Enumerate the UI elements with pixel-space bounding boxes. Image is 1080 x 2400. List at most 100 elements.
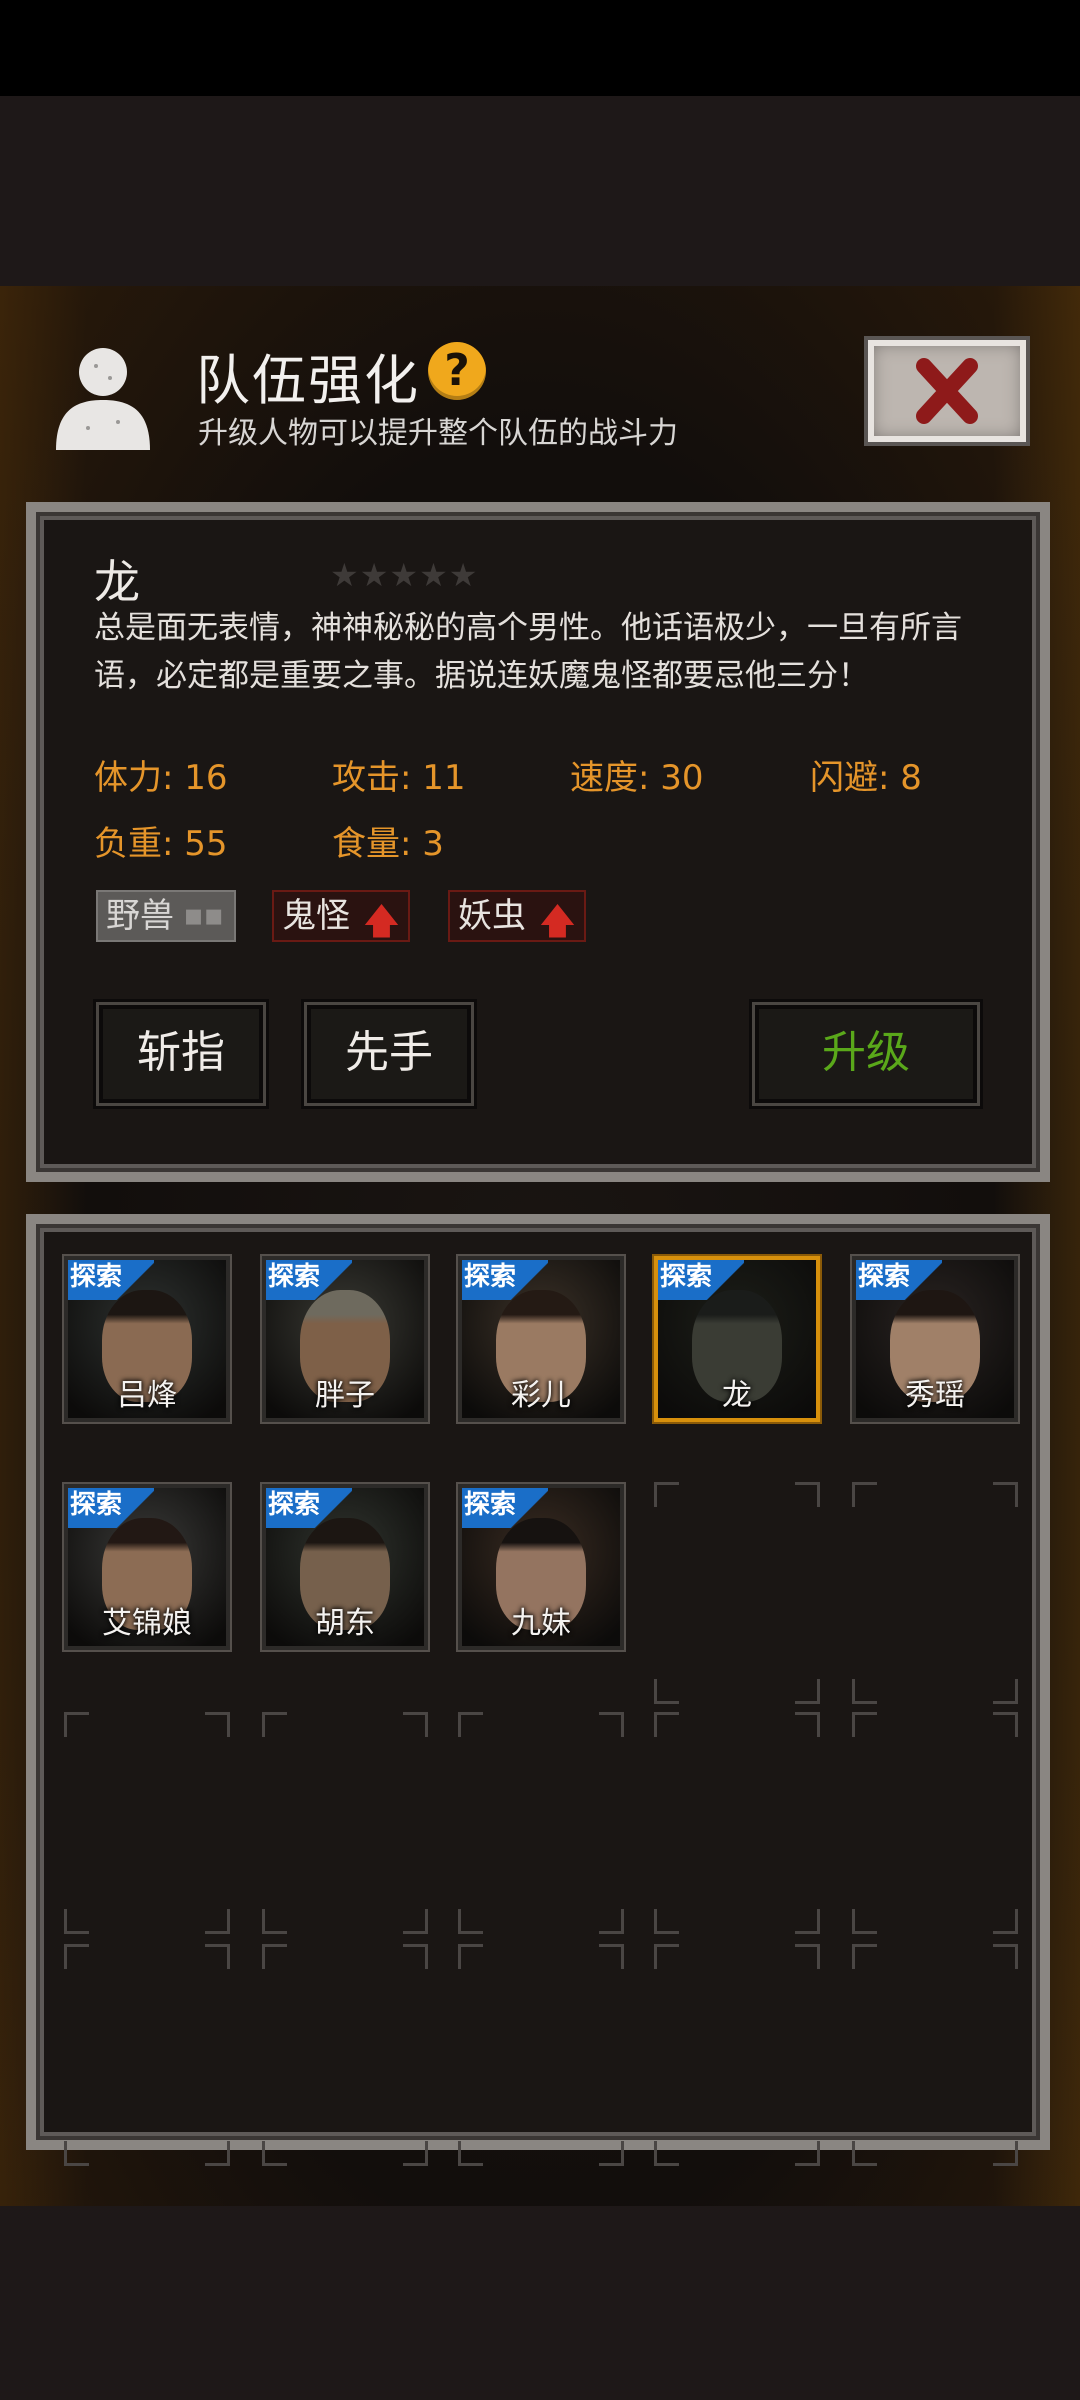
page-subtitle: 升级人物可以提升整个队伍的战斗力 (198, 416, 678, 451)
empty-roster-slot (852, 1944, 1018, 2166)
slot-corner (795, 1909, 820, 1934)
roster-card-name: 艾锦娘 (102, 1606, 192, 1641)
slot-corner (458, 1712, 483, 1737)
roster-card[interactable]: 探索 秀瑶 (852, 1256, 1018, 1422)
slot-corner (64, 2141, 89, 2166)
slot-corner (795, 1712, 820, 1737)
slot-corner (654, 1909, 679, 1934)
empty-roster-slot (458, 1712, 624, 1934)
slot-corner (599, 1944, 624, 1969)
explore-badge: 探索 (462, 1488, 548, 1528)
roster-card-name: 彩儿 (511, 1378, 571, 1413)
slot-corner (852, 1679, 877, 1704)
stat-speed: 速度: 30 (570, 758, 704, 798)
empty-roster-slot (852, 1712, 1018, 1934)
slot-corner (458, 1909, 483, 1934)
slot-corner (262, 1909, 287, 1934)
slot-corner (795, 1679, 820, 1704)
top-spacer (0, 96, 1080, 286)
roster-card-name: 胖子 (315, 1378, 375, 1413)
roster-card-name: 胡东 (315, 1606, 375, 1641)
slot-corner (599, 1909, 624, 1934)
explore-badge: 探索 (68, 1260, 154, 1300)
slot-corner (993, 2141, 1018, 2166)
slot-corner (205, 1712, 230, 1737)
bottom-spacer (0, 2206, 1080, 2400)
slot-corner (599, 1712, 624, 1737)
tag-label: 野兽 (106, 896, 174, 936)
upgrade-button[interactable]: 升级 (752, 1002, 980, 1106)
stat-food: 食量: 3 (332, 824, 444, 864)
roster-card[interactable]: 探索吕烽 (64, 1256, 230, 1422)
up-arrow-icon: 🡅 (362, 901, 400, 942)
slot-corner (654, 1944, 679, 1969)
slot-corner (205, 2141, 230, 2166)
stat-attack: 攻击: 11 (332, 758, 466, 798)
slot-corner (852, 1944, 877, 1969)
roster-card[interactable]: 探索胖子 (262, 1256, 428, 1422)
slot-corner (852, 2141, 877, 2166)
roster-card[interactable]: 探索九妹 (458, 1484, 624, 1650)
neutral-marker-icon: ▪▪ (183, 898, 224, 933)
empty-roster-slot (64, 1712, 230, 1934)
slot-corner (993, 1482, 1018, 1507)
slot-corner (795, 1944, 820, 1969)
slot-corner (852, 1482, 877, 1507)
slot-corner (993, 1909, 1018, 1934)
explore-badge: 探索 (462, 1260, 548, 1300)
close-button[interactable] (864, 336, 1030, 446)
empty-roster-slot (852, 1482, 1018, 1704)
help-icon[interactable]: ? (428, 342, 486, 400)
roster-card-name: 吕烽 (117, 1378, 177, 1413)
slot-corner (458, 2141, 483, 2166)
slot-corner (654, 2141, 679, 2166)
character-name: 龙 (94, 555, 140, 609)
explore-badge: 探索 (68, 1488, 154, 1528)
empty-roster-slot (458, 1944, 624, 2166)
close-icon (916, 358, 978, 424)
page-title: 队伍强化 (196, 349, 420, 412)
slot-corner (795, 1482, 820, 1507)
character-description: 总是面无表情，神神秘秘的高个男性。他话语极少，一旦有所言语，必定都是重要之事。据… (94, 610, 962, 694)
slot-corner (262, 1712, 287, 1737)
skill-button-cut-finger[interactable]: 斩指 (96, 1002, 266, 1106)
roster-card[interactable]: 探索艾锦娘 (64, 1484, 230, 1650)
slot-corner (458, 1944, 483, 1969)
up-arrow-icon: 🡅 (538, 901, 576, 942)
person-silhouette-icon (56, 348, 150, 450)
explore-badge: 探索 (266, 1260, 352, 1300)
tag-label: 妖虫 (458, 896, 526, 936)
slot-corner (64, 1712, 89, 1737)
slot-corner (262, 1944, 287, 1969)
trait-tag-beast: 野兽 ▪▪ (96, 890, 236, 942)
roster-card-name: 秀瑶 (905, 1378, 965, 1413)
slot-corner (654, 1712, 679, 1737)
slot-corner (403, 1944, 428, 1969)
slot-corner (403, 2141, 428, 2166)
slot-corner (599, 2141, 624, 2166)
slot-corner (654, 1679, 679, 1704)
empty-roster-slot (64, 1944, 230, 2166)
empty-roster-slot (654, 1944, 820, 2166)
roster-card-name: 龙 (722, 1378, 752, 1413)
skill-button-first-strike[interactable]: 先手 (304, 1002, 474, 1106)
stat-hp: 体力: 16 (94, 758, 228, 798)
slot-corner (852, 1712, 877, 1737)
explore-badge: 探索 (658, 1260, 744, 1300)
roster-card[interactable]: 探索彩儿 (458, 1256, 624, 1422)
empty-roster-slot (262, 1944, 428, 2166)
stat-load: 负重: 55 (94, 824, 228, 864)
tag-label: 鬼怪 (282, 896, 350, 936)
slot-corner (993, 1679, 1018, 1704)
stat-dodge: 闪避: 8 (810, 758, 922, 798)
roster-card-name: 九妹 (511, 1606, 571, 1641)
roster-card[interactable]: 探索胡东 (262, 1484, 428, 1650)
empty-roster-slot (262, 1712, 428, 1934)
slot-corner (403, 1712, 428, 1737)
slot-corner (795, 2141, 820, 2166)
slot-corner (993, 1944, 1018, 1969)
status-bar (0, 0, 1080, 96)
roster-card[interactable]: 探索龙 (654, 1256, 820, 1422)
slot-corner (654, 1482, 679, 1507)
explore-badge: 探索 (266, 1488, 352, 1528)
